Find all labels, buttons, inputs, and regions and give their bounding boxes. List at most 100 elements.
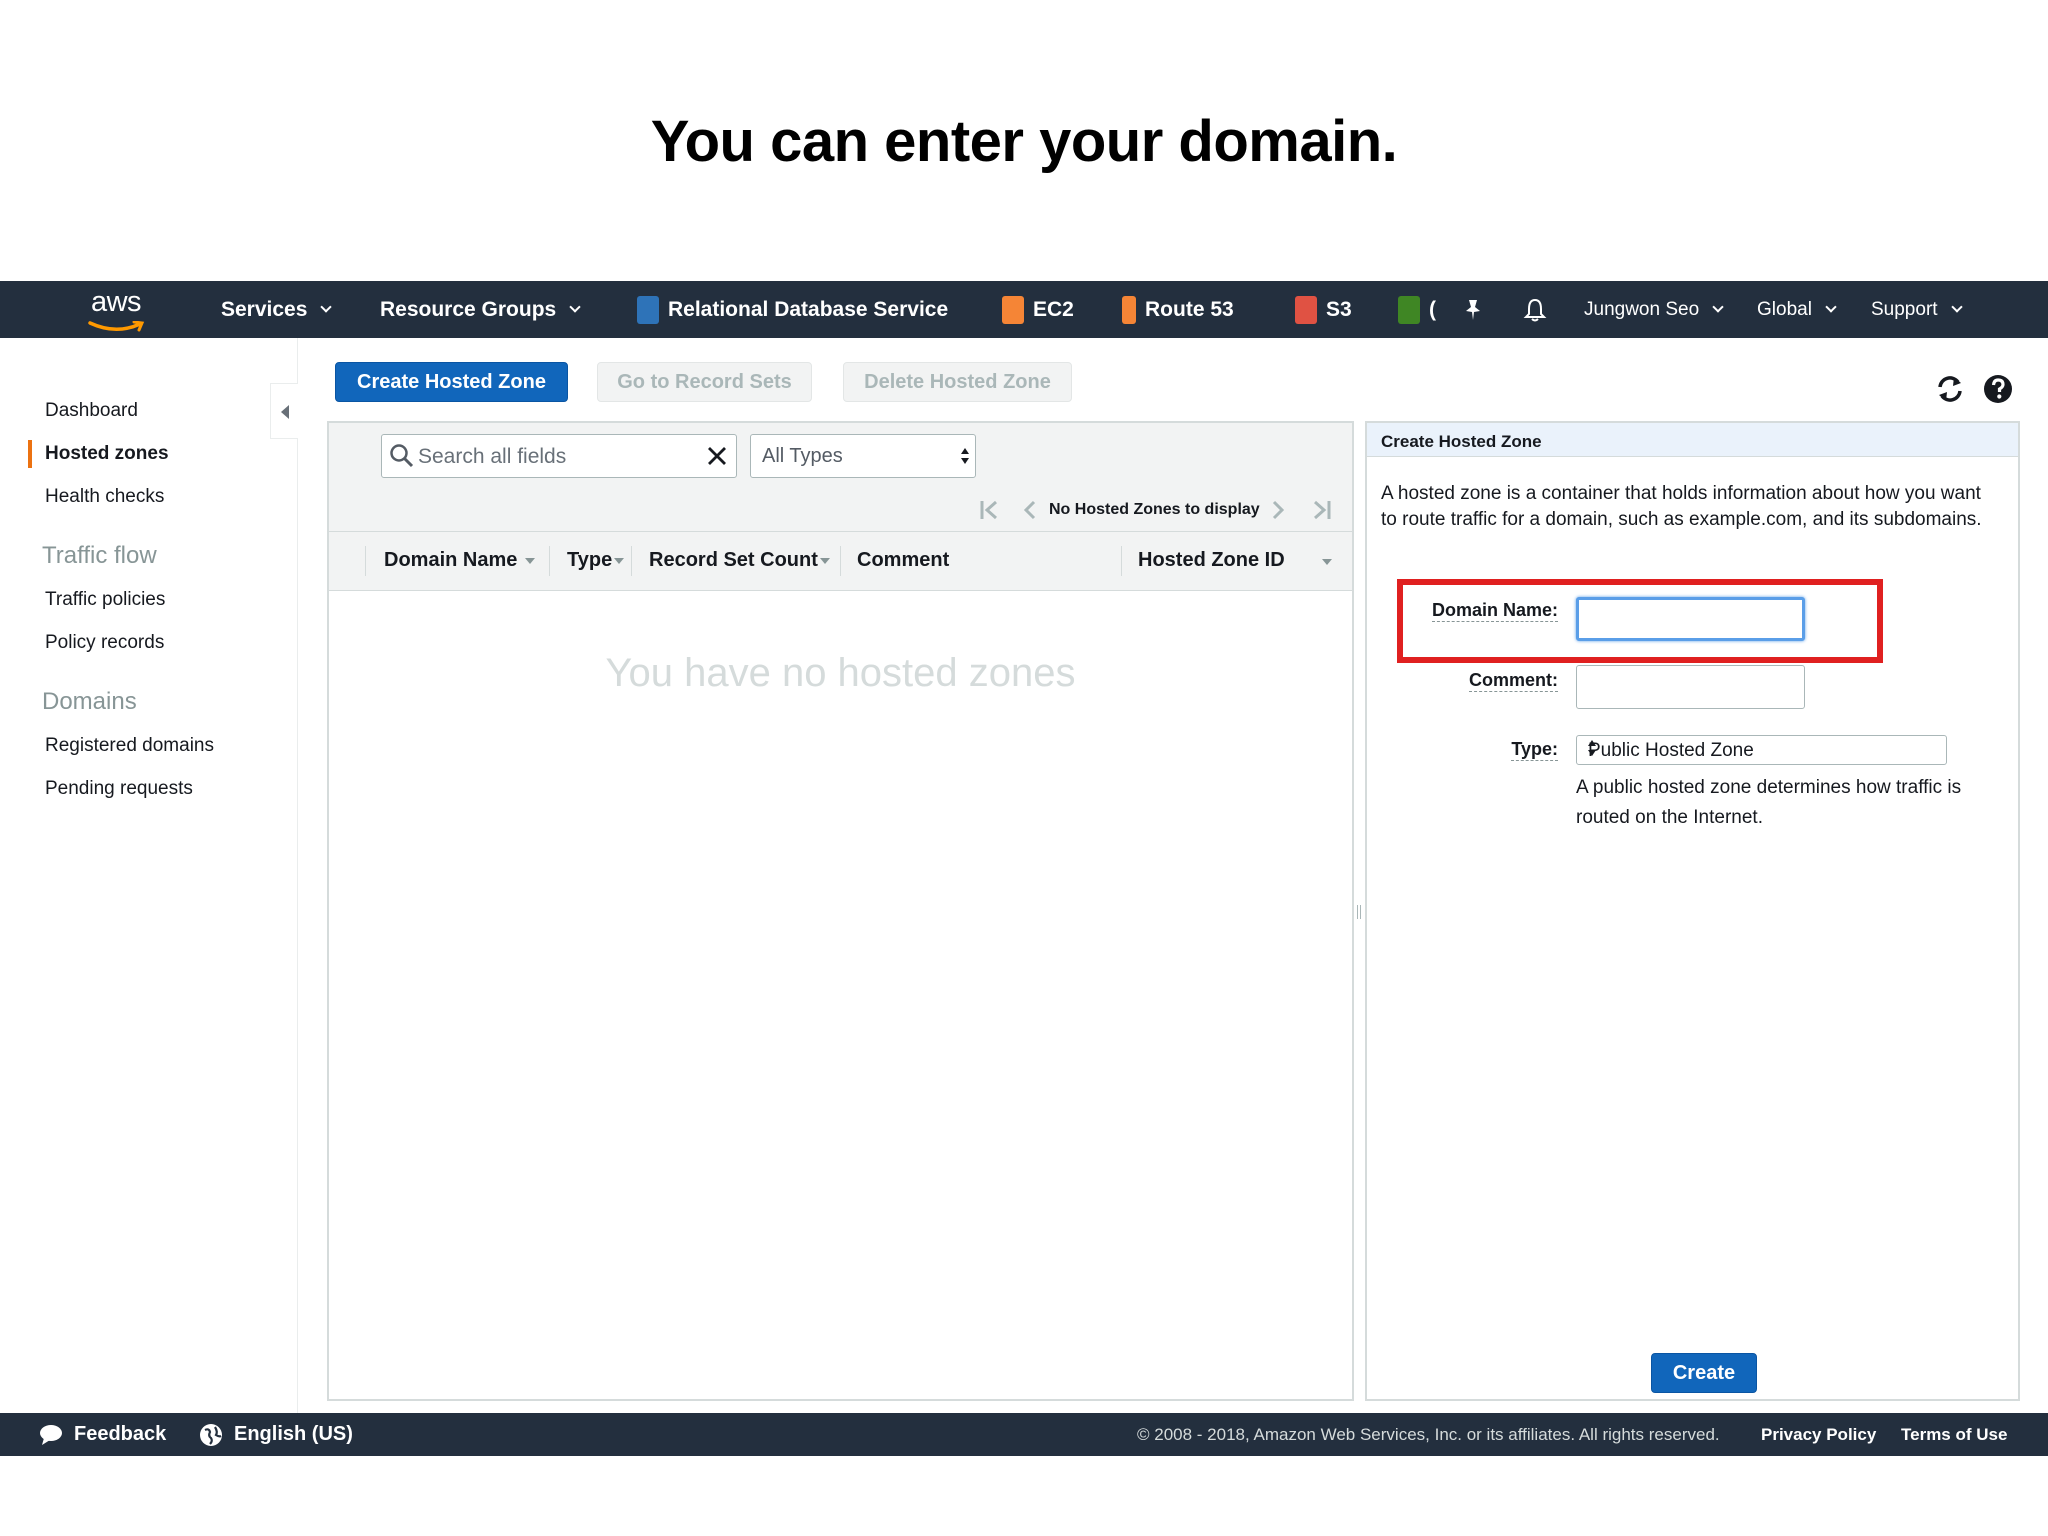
ec2-icon	[1002, 295, 1024, 324]
panel-resize-handle[interactable]	[1357, 905, 1361, 919]
chevron-down-icon	[569, 301, 581, 313]
sidebar-item-policy-records[interactable]: Policy records	[45, 632, 164, 654]
refresh-icon[interactable]	[1934, 373, 1966, 405]
comment-label: Comment:	[1469, 670, 1558, 692]
search-placeholder: Search all fields	[418, 445, 567, 468]
sidebar-collapse-button[interactable]	[270, 383, 298, 439]
select-arrows-icon	[961, 448, 969, 464]
zone-type-help: A public hosted zone determines how traf…	[1576, 777, 1962, 828]
domain-name-label: Domain Name:	[1431, 600, 1558, 622]
sort-icon	[819, 557, 830, 564]
top-navbar: aws Services Resource Groups Relational …	[0, 281, 2048, 338]
previous-page-icon[interactable]	[1021, 499, 1039, 521]
search-icon	[390, 444, 414, 468]
copyright-text: © 2008 - 2018, Amazon Web Services, Inc.…	[1137, 1424, 1720, 1444]
column-header-comment[interactable]: Comment	[857, 549, 949, 572]
sidebar-section-domains: Domains	[42, 688, 137, 715]
column-header-hosted-zone-id[interactable]: Hosted Zone ID	[1138, 549, 1285, 572]
shortcut-route53[interactable]: Route 53	[1122, 281, 1234, 338]
sidebar-item-hosted-zones[interactable]: Hosted zones	[45, 443, 169, 465]
sidebar-item-traffic-policies[interactable]: Traffic policies	[45, 589, 165, 611]
terms-of-use-link[interactable]: Terms of Use	[1901, 1413, 2007, 1456]
resource-groups-menu[interactable]: Resource Groups	[380, 281, 581, 338]
column-header-record-set-count[interactable]: Record Set Count	[649, 549, 830, 572]
shortcut-ec2[interactable]: EC2	[1002, 281, 1074, 338]
services-menu[interactable]: Services	[221, 281, 333, 338]
feedback-link[interactable]: Feedback	[38, 1413, 166, 1456]
type-label: Type:	[1511, 739, 1558, 761]
chevron-down-icon	[1825, 301, 1837, 313]
last-page-icon[interactable]	[1309, 499, 1333, 521]
shortcut-s3[interactable]: S3	[1295, 281, 1352, 338]
create-hosted-zone-panel: Create Hosted Zone A hosted zone is a co…	[1365, 421, 2020, 1401]
sidebar-item-health-checks[interactable]: Health checks	[45, 486, 164, 508]
shortcut-label: Route 53	[1145, 297, 1234, 321]
chevron-down-icon	[1712, 301, 1724, 313]
region-menu[interactable]: Global	[1757, 281, 1837, 338]
slide-title: You can enter your domain.	[650, 109, 1398, 174]
feedback-label: Feedback	[74, 1423, 167, 1445]
shortcut-label: (	[1429, 297, 1436, 321]
next-page-icon[interactable]	[1269, 499, 1287, 521]
search-input[interactable]: Search all fields	[381, 434, 737, 478]
create-button[interactable]: Create	[1651, 1353, 1757, 1393]
type-filter-value: All Types	[762, 445, 843, 467]
active-indicator	[28, 440, 32, 468]
support-menu[interactable]: Support	[1871, 281, 1963, 338]
privacy-policy-link[interactable]: Privacy Policy	[1761, 1413, 1876, 1456]
s3-icon	[1295, 295, 1317, 324]
pin-icon	[1466, 299, 1480, 320]
column-divider	[1121, 546, 1122, 576]
language-label: English (US)	[234, 1423, 353, 1445]
aws-smile-icon	[88, 320, 145, 332]
column-divider	[365, 546, 366, 576]
language-selector[interactable]: English (US)	[198, 1413, 353, 1456]
pager-status: No Hosted Zones to display	[1049, 501, 1260, 518]
bell-icon	[1523, 298, 1547, 321]
column-divider	[840, 546, 841, 576]
route53-icon	[1122, 295, 1136, 324]
services-label: Services	[221, 297, 308, 321]
pin-shortcuts[interactable]	[1463, 281, 1483, 338]
delete-hosted-zone-button[interactable]: Delete Hosted Zone	[843, 362, 1072, 402]
region-label: Global	[1757, 298, 1812, 320]
chat-bubble-icon	[40, 1424, 62, 1445]
shortcut-rds[interactable]: Relational Database Service	[637, 281, 948, 338]
help-icon[interactable]	[1982, 373, 2014, 405]
hosted-zones-panel: Search all fields All Types No Hosted Zo…	[327, 421, 1354, 1401]
zone-type-value: Public Hosted Zone	[1588, 740, 1754, 761]
sidebar-item-dashboard[interactable]: Dashboard	[45, 400, 138, 422]
panel-header: Create Hosted Zone	[1367, 423, 2018, 457]
domain-name-field[interactable]	[1576, 597, 1805, 641]
chevron-down-icon	[320, 301, 333, 313]
type-filter-select[interactable]: All Types	[750, 434, 976, 478]
support-label: Support	[1871, 298, 1938, 320]
create-hosted-zone-button[interactable]: Create Hosted Zone	[335, 362, 568, 402]
first-page-icon[interactable]	[978, 499, 1002, 521]
aws-logo[interactable]: aws	[84, 287, 148, 333]
zone-type-select[interactable]: Public Hosted Zone	[1576, 735, 1947, 765]
column-divider	[631, 546, 632, 576]
table-header: Domain Name Type Record Set Count Commen…	[329, 531, 1352, 591]
shortcut-label: Relational Database Service	[668, 297, 949, 321]
notifications[interactable]	[1523, 281, 1547, 338]
comment-field[interactable]	[1576, 665, 1805, 709]
column-header-type[interactable]: Type	[567, 549, 625, 572]
sort-icon	[614, 557, 625, 564]
shortcut-dynamodb[interactable]: (	[1398, 281, 1436, 338]
panel-title: Create Hosted Zone	[1381, 432, 1542, 451]
clear-search-icon[interactable]	[706, 445, 728, 467]
select-arrows-icon	[1588, 740, 1596, 756]
column-header-domain-name[interactable]: Domain Name	[384, 549, 536, 572]
sidebar-item-registered-domains[interactable]: Registered domains	[45, 735, 214, 757]
user-menu[interactable]: Jungwon Seo	[1584, 281, 1724, 338]
chevron-down-icon	[1950, 301, 1963, 313]
sidebar-item-pending-requests[interactable]: Pending requests	[45, 778, 193, 800]
shortcut-label: EC2	[1033, 297, 1074, 321]
user-name: Jungwon Seo	[1584, 298, 1700, 320]
column-divider	[549, 546, 550, 576]
go-to-record-sets-button[interactable]: Go to Record Sets	[597, 362, 812, 402]
shortcut-label: S3	[1326, 297, 1352, 321]
filter-bar: Search all fields All Types No Hosted Zo…	[329, 423, 1352, 531]
column-options-icon[interactable]	[1322, 559, 1332, 565]
